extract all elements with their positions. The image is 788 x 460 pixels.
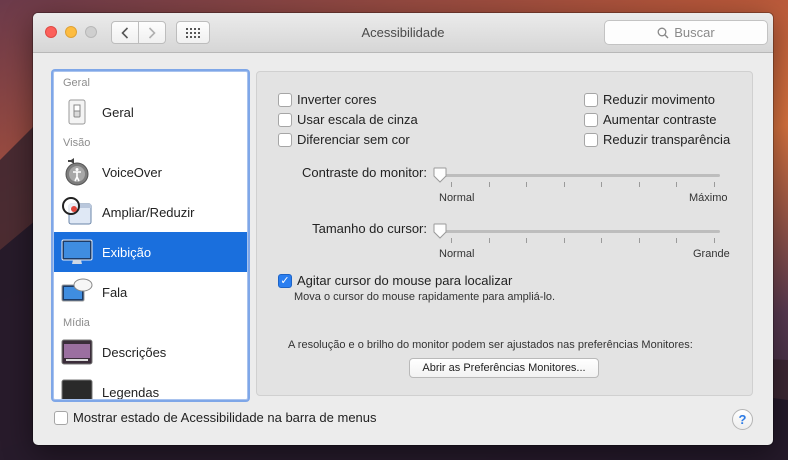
checkbox-label: Reduzir transparência — [603, 132, 731, 147]
sidebar-item-label: Fala — [102, 284, 128, 300]
differentiate-without-color-checkbox[interactable]: Diferenciar sem cor — [278, 132, 410, 147]
contrast-slider-track[interactable] — [438, 174, 720, 177]
show-in-menubar-checkbox[interactable]: Mostrar estado de Acessibilidade na barr… — [54, 410, 377, 425]
slider-tick — [526, 238, 527, 243]
invert-colors-checkbox[interactable]: Inverter cores — [278, 92, 376, 107]
speech-icon — [61, 276, 93, 308]
shake-to-locate-checkbox[interactable]: ✓ Agitar cursor do mouse para localizar — [278, 273, 512, 288]
slider-tick — [713, 182, 715, 187]
checkbox-box[interactable] — [584, 132, 598, 147]
sidebar-item-label: Exibição — [102, 244, 152, 260]
sidebar-item-exibicao[interactable]: Exibição — [54, 232, 247, 272]
slider-tick — [676, 238, 677, 243]
display-icon — [61, 236, 93, 268]
sidebar-item-label: Legendas — [102, 384, 160, 400]
preferences-window: Acessibilidade Buscar Geral Geral Visão … — [33, 13, 773, 445]
checkbox-box[interactable] — [278, 112, 292, 127]
cursor-max-label: Grande — [693, 248, 730, 260]
sidebar-item-fala[interactable]: Fala — [54, 272, 247, 312]
slider-tick — [563, 238, 565, 243]
slider-tick — [488, 182, 490, 187]
open-displays-preferences-button[interactable]: Abrir as Preferências Monitores... — [409, 358, 599, 378]
sidebar-item-label: VoiceOver — [102, 164, 162, 180]
slider-tick — [451, 182, 452, 187]
sidebar-item-legendas[interactable]: Legendas — [54, 372, 247, 400]
search-field[interactable]: Buscar — [604, 20, 768, 45]
sidebar-item-label: Descrições — [102, 344, 167, 360]
titlebar: Acessibilidade Buscar — [33, 13, 773, 53]
cursor-slider-knob[interactable] — [433, 223, 447, 239]
category-sidebar: Geral Geral Visão VoiceOver Ampliar/Redu… — [53, 71, 248, 400]
sidebar-item-label: Geral — [102, 104, 134, 120]
descriptions-icon — [61, 336, 93, 368]
slider-tick — [713, 238, 715, 243]
search-placeholder: Buscar — [674, 25, 715, 40]
sidebar-item-geral[interactable]: Geral — [54, 92, 247, 132]
section-label-visao: Visão — [63, 137, 91, 149]
sidebar-item-ampliar[interactable]: Ampliar/Reduzir — [54, 192, 247, 232]
captions-icon — [61, 376, 93, 399]
checkbox-label: Usar escala de cinza — [297, 112, 418, 127]
contrast-label: Contraste do monitor: — [301, 165, 427, 180]
slider-tick — [676, 182, 677, 187]
slider-tick — [638, 238, 640, 243]
slider-tick — [638, 182, 640, 187]
slider-tick — [601, 182, 602, 187]
contrast-slider-knob[interactable] — [433, 167, 447, 183]
contrast-max-label: Máximo — [689, 192, 728, 204]
checkbox-box[interactable] — [584, 112, 598, 127]
sidebar-item-descricoes[interactable]: Descrições — [54, 332, 247, 372]
reduce-transparency-checkbox[interactable]: Reduzir transparência — [584, 132, 730, 147]
cursor-min-label: Normal — [439, 248, 475, 260]
voiceover-icon — [61, 156, 93, 188]
slider-tick — [451, 238, 452, 243]
slider-tick — [488, 238, 490, 243]
reduce-motion-checkbox[interactable]: Reduzir movimento — [584, 92, 715, 107]
cursor-slider-track[interactable] — [438, 230, 720, 233]
display-settings-panel: Inverter cores Usar escala de cinza Dife… — [256, 71, 753, 396]
checkbox-label: Agitar cursor do mouse para localizar — [297, 273, 513, 288]
contrast-min-label: Normal — [439, 192, 475, 204]
magnifier-icon — [61, 196, 93, 228]
help-icon: ? — [738, 412, 747, 427]
checkbox-label: Diferenciar sem cor — [297, 132, 410, 147]
checkbox-box[interactable] — [54, 410, 68, 425]
button-label: Abrir as Preferências Monitores... — [422, 362, 586, 374]
checkbox-box[interactable] — [584, 92, 598, 107]
section-label-midia: Mídia — [63, 317, 90, 329]
search-icon — [657, 27, 669, 38]
checkbox-label: Mostrar estado de Acessibilidade na barr… — [73, 410, 377, 425]
monitors-note: A resolução e o brilho do monitor podem … — [288, 339, 693, 351]
section-label-geral: Geral — [63, 77, 90, 89]
checkbox-label: Inverter cores — [297, 92, 377, 107]
switch-icon — [61, 96, 93, 128]
checkbox-label: Reduzir movimento — [603, 92, 715, 107]
slider-tick — [526, 182, 527, 187]
sidebar-item-label: Ampliar/Reduzir — [102, 204, 195, 220]
checkbox-box[interactable] — [278, 92, 292, 107]
slider-tick — [563, 182, 565, 187]
shake-description: Mova o cursor do mouse rapidamente para … — [294, 291, 556, 303]
cursor-size-label: Tamanho do cursor: — [312, 221, 427, 236]
slider-tick — [601, 238, 602, 243]
checkbox-box-checked[interactable]: ✓ — [278, 273, 292, 288]
sidebar-item-voiceover[interactable]: VoiceOver — [54, 152, 247, 192]
checkbox-label: Aumentar contraste — [603, 112, 717, 127]
grayscale-checkbox[interactable]: Usar escala de cinza — [278, 112, 418, 127]
help-button[interactable]: ? — [732, 409, 753, 430]
increase-contrast-checkbox[interactable]: Aumentar contraste — [584, 112, 716, 127]
checkbox-box[interactable] — [278, 132, 292, 147]
